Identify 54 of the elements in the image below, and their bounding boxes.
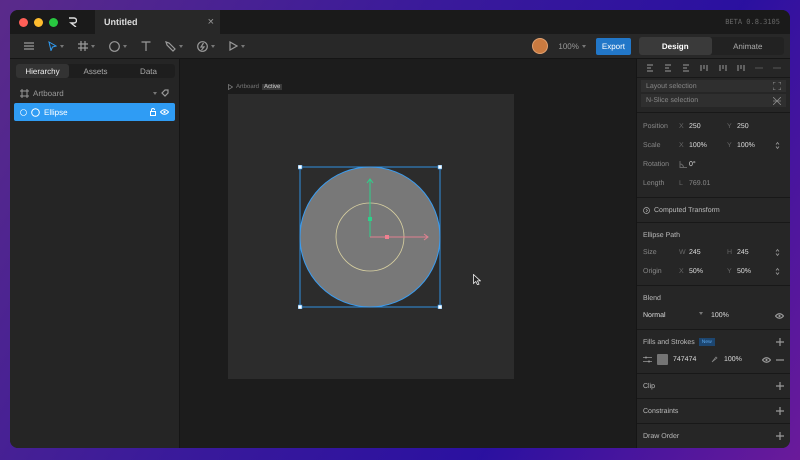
frame-icon[interactable] xyxy=(78,41,88,51)
align-icon[interactable] xyxy=(682,64,690,72)
color-swatch[interactable] xyxy=(657,354,668,366)
frame-icon xyxy=(20,88,29,98)
document-title: Untitled xyxy=(104,17,138,27)
layer-name: Ellipse xyxy=(44,108,69,116)
play-icon[interactable] xyxy=(229,41,238,51)
bolt-circle-icon[interactable] xyxy=(197,40,208,52)
circle-icon[interactable] xyxy=(109,40,120,52)
eye-icon[interactable] xyxy=(762,356,771,363)
stepper-icon[interactable] xyxy=(775,248,780,258)
circle-icon xyxy=(31,108,40,116)
sliders-icon[interactable] xyxy=(643,356,652,364)
align-icon[interactable] xyxy=(700,64,708,72)
cursor-icon xyxy=(473,274,481,285)
align-icon[interactable] xyxy=(646,64,654,72)
panel-tab[interactable]: Hierarchy xyxy=(16,64,69,78)
tag-icon[interactable] xyxy=(161,89,169,97)
layer-name: Artboard xyxy=(33,88,65,98)
angle-icon xyxy=(679,161,687,168)
text-tool-icon[interactable] xyxy=(141,41,151,51)
play-icon xyxy=(228,84,233,90)
layer-item[interactable]: Artboard xyxy=(14,84,175,102)
plus-icon[interactable] xyxy=(776,338,784,346)
panel-tab[interactable]: Data xyxy=(122,64,175,78)
mode-tab[interactable]: Animate xyxy=(712,37,784,55)
plus-icon[interactable] xyxy=(776,382,784,390)
expand-icon xyxy=(773,82,781,90)
menu-icon[interactable] xyxy=(24,42,34,50)
app-logo-icon xyxy=(68,17,77,27)
plus-icon[interactable] xyxy=(776,432,784,440)
align-icon[interactable] xyxy=(718,64,727,72)
close-tab-button[interactable]: × xyxy=(208,16,214,28)
close-light[interactable] xyxy=(19,18,28,26)
stepper-icon[interactable] xyxy=(775,141,780,150)
lock-icon[interactable] xyxy=(150,108,156,116)
align-icon[interactable] xyxy=(664,64,672,72)
pen-icon[interactable] xyxy=(165,40,176,52)
zoom-light[interactable] xyxy=(49,18,58,26)
minimize-light[interactable] xyxy=(34,18,43,26)
stepper-icon[interactable] xyxy=(775,267,780,276)
ellipse-selection-drawing[interactable] xyxy=(298,165,442,309)
avatar[interactable] xyxy=(532,38,548,54)
panel-tab[interactable]: Assets xyxy=(69,64,122,78)
export-button[interactable]: Export xyxy=(596,38,631,54)
zoom-dropdown[interactable]: 100% xyxy=(558,42,586,50)
pointer-icon[interactable] xyxy=(48,41,57,51)
align-icon[interactable] xyxy=(736,64,745,72)
mode-tab[interactable]: Design xyxy=(639,37,712,55)
eye-icon[interactable] xyxy=(775,312,784,319)
expand-icon[interactable] xyxy=(643,206,650,214)
document-tab[interactable]: Untitled × xyxy=(95,10,220,34)
plus-icon[interactable] xyxy=(776,407,784,416)
minus-icon[interactable] xyxy=(776,358,784,361)
